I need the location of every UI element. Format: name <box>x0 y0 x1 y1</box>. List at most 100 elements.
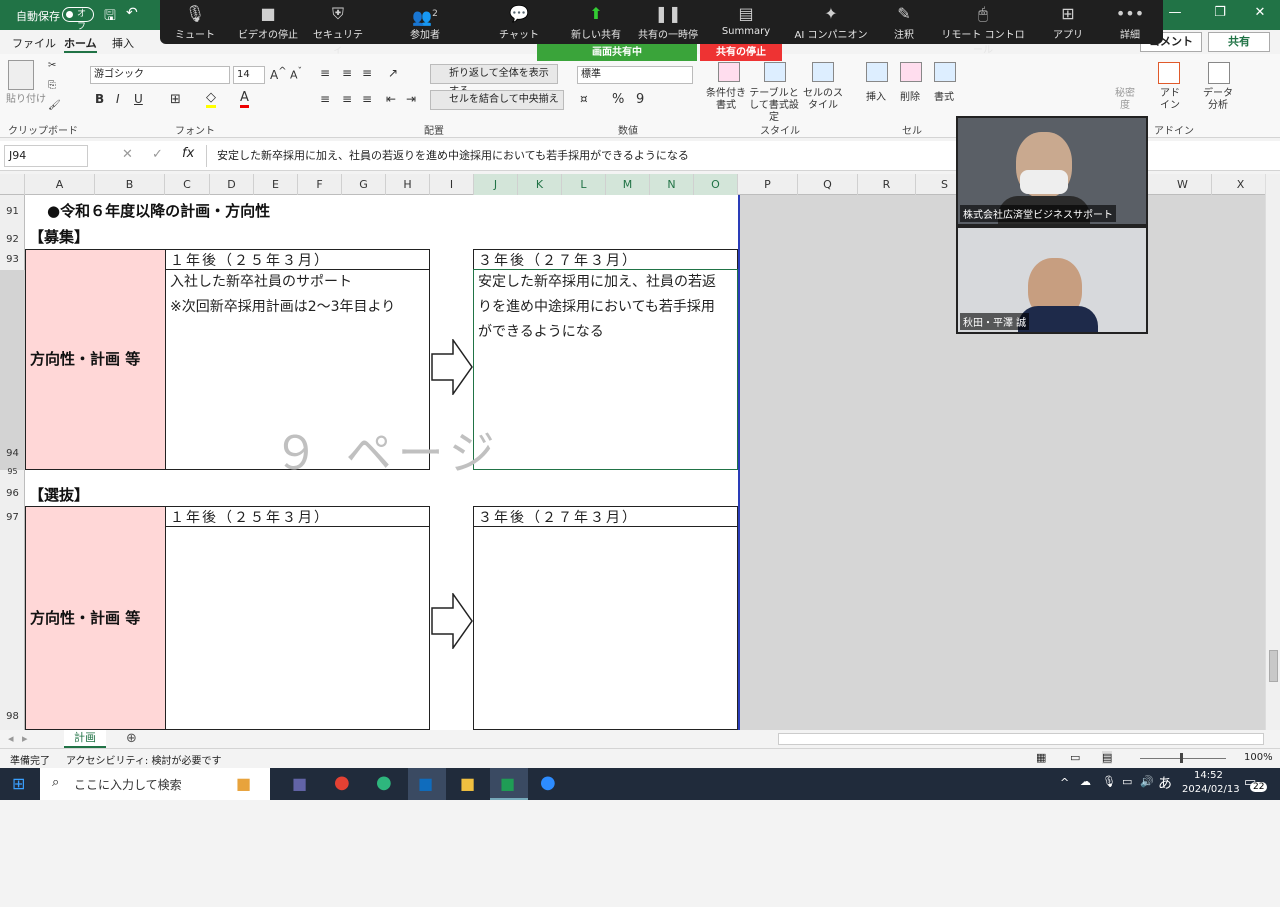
border-icon[interactable]: ⊞ <box>170 92 181 107</box>
stop-video-button[interactable]: ■ ビデオの停止 <box>238 0 298 44</box>
currency-icon[interactable]: ¤ <box>580 92 588 106</box>
teams-icon[interactable]: ■ <box>292 774 307 793</box>
bold-icon[interactable]: B <box>95 92 104 106</box>
insert-cells-label[interactable]: 挿入 <box>866 88 886 103</box>
column-header[interactable]: F <box>298 174 342 195</box>
addins-icon[interactable] <box>1158 62 1180 84</box>
folder-icon[interactable]: ■ <box>460 774 475 793</box>
year1-header-cell[interactable]: １年後（２５年３月） <box>165 249 430 270</box>
indent-icon[interactable]: ⇥ <box>406 92 416 106</box>
pause-share-button[interactable]: ❚❚ 共有の一時停 <box>634 0 702 44</box>
chat-button[interactable]: 💬 チャット <box>496 0 542 44</box>
data-analysis-icon[interactable] <box>1208 62 1230 84</box>
column-header[interactable]: H <box>386 174 430 195</box>
page-layout-icon[interactable]: ▭ <box>1070 751 1080 764</box>
security-button[interactable]: ⛨ セキュリティ <box>310 0 366 56</box>
zoom-app-icon[interactable]: ● <box>540 772 556 793</box>
column-header[interactable]: B <box>95 174 165 195</box>
column-header[interactable]: O <box>694 174 738 195</box>
column-header[interactable]: K <box>518 174 562 195</box>
align-middle-icon[interactable]: ≡ <box>342 66 352 80</box>
align-top-icon[interactable]: ≡ <box>320 66 330 80</box>
add-sheet-icon[interactable]: ⊕ <box>126 731 137 746</box>
zoom-slider[interactable] <box>1140 758 1226 759</box>
row-header[interactable]: 94 <box>0 270 25 470</box>
select-all[interactable] <box>0 174 25 195</box>
column-header[interactable]: Q <box>798 174 858 195</box>
tray-chevron-icon[interactable]: ^ <box>1060 776 1069 789</box>
number-format-select[interactable]: 標準 <box>577 66 693 84</box>
column-header[interactable]: I <box>430 174 474 195</box>
close-icon[interactable]: ✕ <box>1245 5 1275 20</box>
comma-icon[interactable]: 9 <box>636 92 644 107</box>
clock-time[interactable]: 14:52 <box>1194 770 1223 781</box>
video-panel[interactable]: 秋田・平澤 誠 <box>956 226 1148 334</box>
normal-view-icon[interactable]: ▦ <box>1036 751 1046 764</box>
wrap-text-button[interactable]: 折り返して全体を表示する <box>430 64 558 97</box>
merge-center-button[interactable]: セルを結合して中央揃え <box>430 90 564 110</box>
summary-button[interactable]: ▤ Summary <box>720 0 772 44</box>
outlook-taskbar[interactable]: ■ <box>408 768 446 800</box>
align-left-icon[interactable]: ≡ <box>320 92 330 106</box>
edge-icon[interactable]: ● <box>376 772 392 793</box>
cell-style-icon[interactable] <box>812 62 834 82</box>
align-center-icon[interactable]: ≡ <box>342 92 352 106</box>
mute-button[interactable]: 🎙 ミュート <box>168 0 222 44</box>
chrome-icon[interactable]: ● <box>334 772 350 793</box>
row-header[interactable]: 91 <box>0 195 25 223</box>
page-break-icon[interactable]: ▤ <box>1102 751 1113 764</box>
prev-sheet-icon[interactable]: ◂ <box>8 732 14 745</box>
tab-insert[interactable]: 挿入 <box>112 35 134 51</box>
conditional-format-label[interactable]: 条件付き書式 <box>706 88 746 112</box>
column-header[interactable]: A <box>25 174 95 195</box>
copy-icon[interactable]: ⎘ <box>48 80 56 91</box>
row-header[interactable]: 96 <box>0 476 25 506</box>
year1-header-cell-2[interactable]: １年後（２５年３月） <box>165 506 430 527</box>
speaker-icon[interactable]: 🔊 <box>1140 775 1154 788</box>
column-header[interactable]: D <box>210 174 254 195</box>
shrink-font-icon[interactable]: Aˇ <box>290 66 302 82</box>
paste-icon[interactable] <box>8 60 34 90</box>
enter-icon[interactable]: ✓ <box>152 147 163 162</box>
outdent-icon[interactable]: ⇤ <box>386 92 396 106</box>
column-header[interactable]: E <box>254 174 298 195</box>
underline-icon[interactable]: U <box>134 92 143 106</box>
zoom-slider-thumb[interactable] <box>1180 753 1183 763</box>
sensitivity-label[interactable]: 秘密度 <box>1112 88 1138 112</box>
clock-date[interactable]: 2024/02/13 <box>1182 784 1240 795</box>
row-header[interactable]: 92 <box>0 223 25 249</box>
new-share-button[interactable]: ⬆ 新しい共有 <box>566 0 626 44</box>
video-panel[interactable]: 株式会社広済堂ビジネスサポート <box>956 116 1148 226</box>
delete-cells-icon[interactable] <box>900 62 922 82</box>
onedrive-icon[interactable]: ☁ <box>1080 775 1091 788</box>
minimize-icon[interactable]: — <box>1160 5 1190 20</box>
horizontal-scrollbar[interactable] <box>778 733 1264 745</box>
ai-companion-button[interactable]: ✦ AI コンパニオン <box>794 0 868 44</box>
direction-label-cell[interactable]: 方向性・計画 等 <box>25 249 166 470</box>
insert-cells-icon[interactable] <box>866 62 888 82</box>
tab-home[interactable]: ホーム <box>64 35 97 53</box>
column-header[interactable]: R <box>858 174 916 195</box>
remote-control-button[interactable]: 🖱 リモート コントロール <box>938 0 1028 56</box>
vertical-scrollbar[interactable] <box>1265 174 1280 730</box>
tray-mic-icon[interactable]: 🎙 <box>1102 775 1116 788</box>
undo-icon[interactable]: ↶ <box>126 5 138 21</box>
column-header[interactable]: G <box>342 174 386 195</box>
orientation-icon[interactable]: ↗ <box>388 66 398 80</box>
annotate-button[interactable]: ✎ 注釈 <box>888 0 920 44</box>
format-painter-icon[interactable]: 🖌 <box>48 100 61 111</box>
windows-start-icon[interactable]: ⊞ <box>12 774 25 793</box>
row-header[interactable]: 98 <box>0 527 25 727</box>
format-table-icon[interactable] <box>764 62 786 82</box>
direction-label-cell-2[interactable]: 方向性・計画 等 <box>25 506 166 730</box>
column-header[interactable]: N <box>650 174 694 195</box>
column-header[interactable]: L <box>562 174 606 195</box>
cut-icon[interactable]: ✂ <box>48 60 56 71</box>
share-button[interactable]: 共有 <box>1208 32 1270 52</box>
autosave-toggle[interactable]: オフ <box>62 7 94 32</box>
next-sheet-icon[interactable]: ▸ <box>22 732 28 745</box>
function-icon[interactable]: fx <box>182 146 194 161</box>
cancel-icon[interactable]: ✕ <box>122 147 133 162</box>
delete-cells-label[interactable]: 削除 <box>900 88 920 103</box>
column-header[interactable]: W <box>1154 174 1212 195</box>
